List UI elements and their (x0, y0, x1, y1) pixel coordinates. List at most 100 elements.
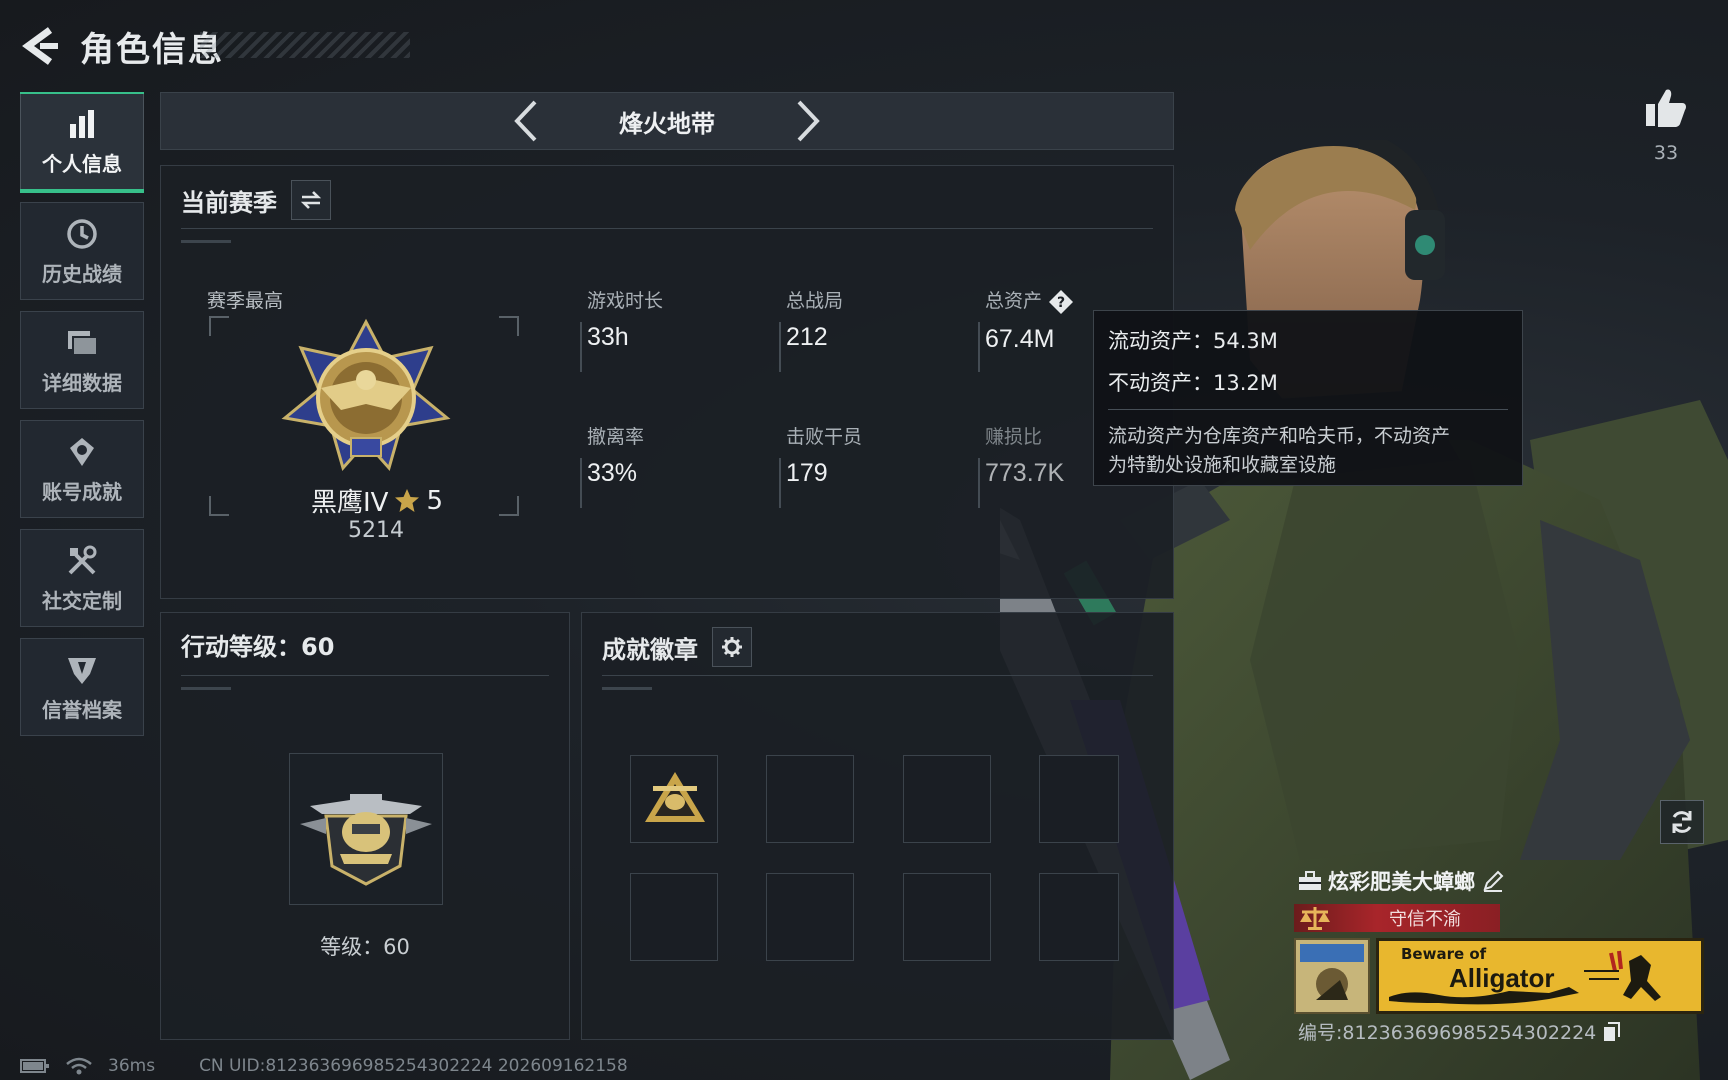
season-panel: 当前赛季 赛季最高 黑鹰IV 5 5214 游戏时长 33h 总战局 212 总… (160, 165, 1174, 599)
stat-divider (779, 322, 781, 372)
folders-icon (68, 330, 98, 356)
stat-divider (978, 322, 980, 372)
stat-value: 33h (587, 323, 629, 351)
divider (1108, 409, 1508, 410)
stat-value: 33% (587, 459, 638, 487)
swap-icon (300, 191, 322, 209)
divider (181, 228, 1153, 229)
achievements-panel: 成就徽章 (581, 612, 1174, 1040)
achievement-slot[interactable] (1039, 873, 1119, 961)
credit-badge: 守信不渝 (1294, 904, 1500, 932)
achievement-slot[interactable] (903, 755, 991, 843)
stat-label: 赚损比 (985, 426, 1043, 448)
rank-score: 5214 (348, 518, 404, 543)
rotate-character-button[interactable] (1660, 800, 1704, 844)
refresh-icon (1672, 811, 1692, 833)
page-header: 角色信息 (20, 18, 224, 74)
achievement-slot[interactable] (1039, 755, 1119, 843)
back-arrow-icon[interactable] (20, 24, 60, 68)
briefcase-icon (1299, 871, 1321, 890)
beware-alligator-banner[interactable]: Beware of Alligator (1376, 938, 1704, 1014)
liquid-assets: 流动资产：54.3M (1108, 329, 1278, 353)
stat-label: 撤离率 (587, 426, 645, 448)
rank-name: 黑鹰IV 5 (311, 482, 443, 519)
edit-icon[interactable] (1481, 869, 1505, 893)
achievement-icon (70, 437, 94, 466)
sidebar-item-credit[interactable]: 信誉档案 (20, 638, 144, 736)
scales-icon (1300, 907, 1330, 930)
stat-profit-ratio: 赚损比 773.7K (985, 422, 1064, 488)
stat-divider (580, 458, 582, 508)
credit-shield-icon (68, 657, 96, 684)
stat-label: 击败干员 (786, 426, 863, 448)
svg-text:?: ? (1057, 295, 1065, 311)
achievement-slot[interactable] (766, 873, 854, 961)
divider (181, 675, 549, 676)
stat-total-assets: 总资产 ? 67.4M (985, 286, 1074, 354)
mode-title: 烽火地带 (619, 109, 715, 138)
stat-divider (580, 322, 582, 372)
title-decoration (200, 32, 410, 58)
help-icon[interactable]: ? (1048, 289, 1074, 315)
alligator-illustration (1389, 950, 1661, 1005)
like-count: 33 (1653, 142, 1679, 164)
stat-value: 773.7K (985, 459, 1065, 487)
chevron-right-icon[interactable] (787, 96, 827, 146)
season-best-label: 赛季最高 (207, 290, 284, 312)
sidebar-item-label: 社交定制 (42, 588, 122, 613)
sidebar-item-label: 信誉档案 (42, 697, 122, 722)
sidebar-item-personal-info[interactable]: 个人信息 (20, 92, 144, 193)
footer-uid: CN UID:812363696985254302224 20260916215… (199, 1056, 628, 1076)
wifi-icon (66, 1057, 92, 1075)
assets-note-line-1: 流动资产为仓库资产和哈夫币，不动资产 (1108, 425, 1451, 447)
sidebar-item-detailed-data[interactable]: 详细数据 (20, 311, 144, 409)
status-footer: 36ms CN UID:812363696985254302224 202609… (20, 1054, 628, 1078)
card-thumbnail[interactable] (1294, 938, 1370, 1014)
level-panel: 行动等级：60 等级：60 (160, 612, 570, 1040)
stat-label: 总战局 (786, 290, 844, 312)
gear-icon (722, 637, 742, 657)
ping: 36ms (108, 1056, 156, 1076)
divider-accent (602, 687, 652, 690)
copy-icon[interactable] (1602, 1021, 1621, 1042)
sidebar-item-social[interactable]: 社交定制 (20, 529, 144, 627)
player-uid: 编号:812363696985254302224 (1298, 1022, 1597, 1044)
sidebar-item-history[interactable]: 历史战绩 (20, 202, 144, 300)
achievement-slot[interactable] (630, 873, 718, 961)
alligator-thumbnail-icon (1300, 944, 1364, 1000)
battery-icon (20, 1059, 49, 1073)
sidebar-item-label: 历史战绩 (42, 261, 122, 286)
tools-icon (68, 545, 97, 574)
stat-value: 67.4M (985, 324, 1055, 353)
stat-divider (779, 458, 781, 508)
stat-play-time: 游戏时长 33h (587, 286, 663, 352)
stat-label: 游戏时长 (587, 290, 664, 312)
rank-name-text: 黑鹰IV (311, 488, 389, 518)
sidebar-item-achievements[interactable]: 账号成就 (20, 420, 144, 518)
assets-note-line-2: 为特勤处设施和收藏室设施 (1108, 454, 1337, 476)
achievement-slot[interactable] (630, 755, 718, 843)
achievement-slot[interactable] (903, 873, 991, 961)
stat-divider (978, 458, 980, 508)
helicopter-badge-icon (300, 794, 432, 886)
divider-accent (181, 240, 231, 243)
credit-label: 守信不渝 (1389, 909, 1461, 930)
sidebar-item-label: 账号成就 (42, 479, 122, 504)
stat-value: 212 (786, 323, 828, 351)
achievement-slot[interactable] (766, 755, 854, 843)
bar-chart-icon (70, 109, 94, 138)
mode-switcher: 烽火地带 (160, 92, 1174, 150)
stat-value: 179 (786, 459, 828, 487)
stat-label: 总资产 (985, 290, 1043, 312)
stat-kills: 击败干员 179 (786, 422, 862, 488)
stat-extract-rate: 撤离率 33% (587, 422, 644, 488)
season-switch-button[interactable] (291, 180, 331, 220)
achievement-settings-button[interactable] (712, 627, 752, 667)
chevron-left-icon[interactable] (507, 96, 547, 146)
season-title: 当前赛季 (181, 188, 277, 217)
thumbs-up-icon[interactable] (1644, 86, 1688, 130)
history-icon (67, 218, 97, 249)
player-card: 炫彩肥美大蟑螂 守信不渝 Beware of Alligator 编号:8123… (1294, 862, 1704, 1044)
level-title: 行动等级：60 (181, 633, 335, 661)
player-name: 炫彩肥美大蟑螂 (1328, 870, 1475, 894)
